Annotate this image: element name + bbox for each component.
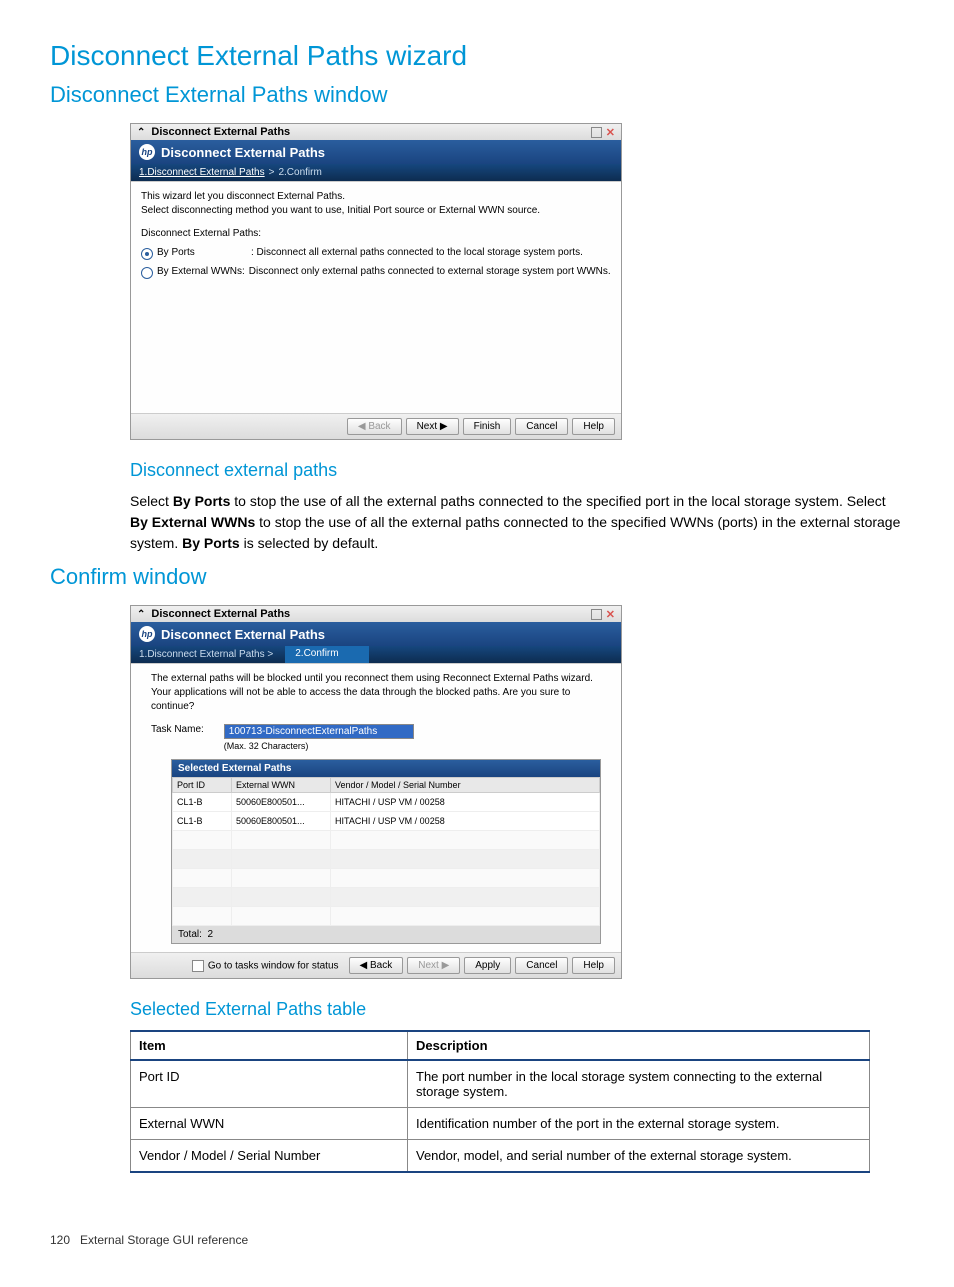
- screenshot-confirm-window: ⌃ Disconnect External Paths ✕ hp Disconn…: [130, 605, 622, 979]
- apply-button[interactable]: Apply: [464, 957, 511, 974]
- wizard-header-text: Disconnect External Paths: [161, 145, 325, 160]
- doc-table-header-desc: Description: [408, 1031, 870, 1060]
- finish-button[interactable]: Finish: [463, 418, 512, 435]
- next-button-2[interactable]: Next ▶: [407, 957, 460, 974]
- page-title: Disconnect External Paths wizard: [50, 40, 904, 72]
- table-row-empty: [173, 850, 600, 869]
- table-row[interactable]: CL1-B 50060E800501... HITACHI / USP VM /…: [173, 812, 600, 831]
- disconnect-paths-heading: Disconnect external paths: [130, 460, 904, 481]
- table-row-empty: [173, 869, 600, 888]
- wizard-breadcrumb: 1.Disconnect External Paths > 2.Confirm: [131, 164, 621, 181]
- radio-by-ports[interactable]: [141, 248, 153, 260]
- hp-logo-icon: hp: [139, 144, 155, 160]
- back-button-2[interactable]: ◀ Back: [349, 957, 404, 974]
- wizard-footer-2: Go to tasks window for status ◀ Back Nex…: [131, 953, 621, 978]
- wizard-breadcrumb-2: 1.Disconnect External Paths > 2.Confirm: [131, 646, 621, 663]
- status-checkbox-label: Go to tasks window for status: [208, 960, 339, 971]
- col-external-wwn[interactable]: External WWN: [232, 778, 331, 793]
- selected-paths-doc-table: Item Description Port ID The port number…: [130, 1030, 870, 1173]
- wizard-titlebar-2: ⌃ Disconnect External Paths ✕: [131, 606, 621, 622]
- radio-by-wwns-desc: Disconnect only external paths connected…: [249, 266, 611, 277]
- breadcrumb-step2[interactable]: 2.Confirm: [278, 167, 321, 178]
- doc-table-row: Port ID The port number in the local sto…: [131, 1060, 870, 1108]
- close-icon-2[interactable]: ✕: [606, 608, 615, 621]
- table-total-footer: Total: 2: [172, 926, 600, 943]
- cancel-button[interactable]: Cancel: [515, 418, 568, 435]
- disconnect-paths-paragraph: Select By Ports to stop the use of all t…: [130, 491, 904, 554]
- doc-table-row: Vendor / Model / Serial Number Vendor, m…: [131, 1140, 870, 1173]
- radio-by-wwns-label: By External WWNs:: [157, 266, 245, 277]
- wizard-header: hp Disconnect External Paths: [131, 140, 621, 164]
- table-row-empty: [173, 907, 600, 926]
- wizard-header-2: hp Disconnect External Paths: [131, 622, 621, 646]
- status-checkbox[interactable]: [192, 960, 204, 972]
- radio-by-ports-desc: : Disconnect all external paths connecte…: [251, 247, 583, 258]
- help-button-2[interactable]: Help: [572, 957, 615, 974]
- doc-table-header-item: Item: [131, 1031, 408, 1060]
- radio-by-wwns-row[interactable]: By External WWNs: Disconnect only extern…: [141, 266, 611, 279]
- task-name-input[interactable]: 100713-DisconnectExternalPaths: [224, 724, 414, 739]
- wizard-titlebar-text-2: Disconnect External Paths: [151, 608, 290, 620]
- page-footer-text: External Storage GUI reference: [80, 1233, 248, 1247]
- help-button[interactable]: Help: [572, 418, 615, 435]
- collapse-icon-2[interactable]: ⌃: [137, 609, 145, 620]
- radio-by-ports-row[interactable]: By Ports : Disconnect all external paths…: [141, 247, 611, 260]
- selected-paths-table-heading: Selected External Paths table: [130, 999, 904, 1020]
- close-icon[interactable]: ✕: [606, 126, 615, 139]
- doc-table-row: External WWN Identification number of th…: [131, 1108, 870, 1140]
- back-button[interactable]: ◀ Back: [347, 418, 402, 435]
- selected-paths-table-title: Selected External Paths: [172, 760, 600, 777]
- table-row-empty: [173, 888, 600, 907]
- wizard-description: This wizard let you disconnect External …: [141, 190, 611, 218]
- confirm-description: The external paths will be blocked until…: [151, 672, 601, 714]
- cancel-button-2[interactable]: Cancel: [515, 957, 568, 974]
- wizard-titlebar-text: Disconnect External Paths: [151, 126, 290, 138]
- task-name-hint: (Max. 32 Characters): [224, 741, 414, 751]
- radio-by-ports-label: By Ports: [157, 247, 247, 258]
- breadcrumb2-step2[interactable]: 2.Confirm: [285, 646, 368, 663]
- maximize-icon[interactable]: [591, 127, 602, 138]
- breadcrumb-separator: >: [269, 167, 275, 178]
- breadcrumb-step1[interactable]: 1.Disconnect External Paths: [139, 167, 265, 178]
- table-row[interactable]: CL1-B 50060E800501... HITACHI / USP VM /…: [173, 793, 600, 812]
- hp-logo-icon-2: hp: [139, 626, 155, 642]
- page-number: 120: [50, 1233, 70, 1247]
- col-port-id[interactable]: Port ID: [173, 778, 232, 793]
- collapse-icon[interactable]: ⌃: [137, 127, 145, 138]
- wizard-footer: ◀ Back Next ▶ Finish Cancel Help: [131, 414, 621, 439]
- paths-label: Disconnect External Paths:: [141, 228, 611, 239]
- wizard-titlebar: ⌃ Disconnect External Paths ✕: [131, 124, 621, 140]
- wizard-header-text-2: Disconnect External Paths: [161, 627, 325, 642]
- task-name-label: Task Name:: [151, 724, 204, 735]
- col-vendor-model-serial[interactable]: Vendor / Model / Serial Number: [331, 778, 600, 793]
- section-title-window: Disconnect External Paths window: [50, 82, 904, 108]
- next-button[interactable]: Next ▶: [406, 418, 459, 435]
- selected-paths-table-wrap: Selected External Paths Port ID External…: [171, 759, 601, 944]
- status-checkbox-row[interactable]: Go to tasks window for status: [192, 960, 339, 972]
- maximize-icon-2[interactable]: [591, 609, 602, 620]
- radio-by-wwns[interactable]: [141, 267, 153, 279]
- breadcrumb2-step1[interactable]: 1.Disconnect External Paths >: [131, 646, 281, 663]
- section-title-confirm: Confirm window: [50, 564, 904, 590]
- screenshot-disconnect-window: ⌃ Disconnect External Paths ✕ hp Disconn…: [130, 123, 622, 440]
- table-row-empty: [173, 831, 600, 850]
- selected-paths-table: Port ID External WWN Vendor / Model / Se…: [172, 777, 600, 926]
- page-footer: 120 External Storage GUI reference: [50, 1233, 904, 1247]
